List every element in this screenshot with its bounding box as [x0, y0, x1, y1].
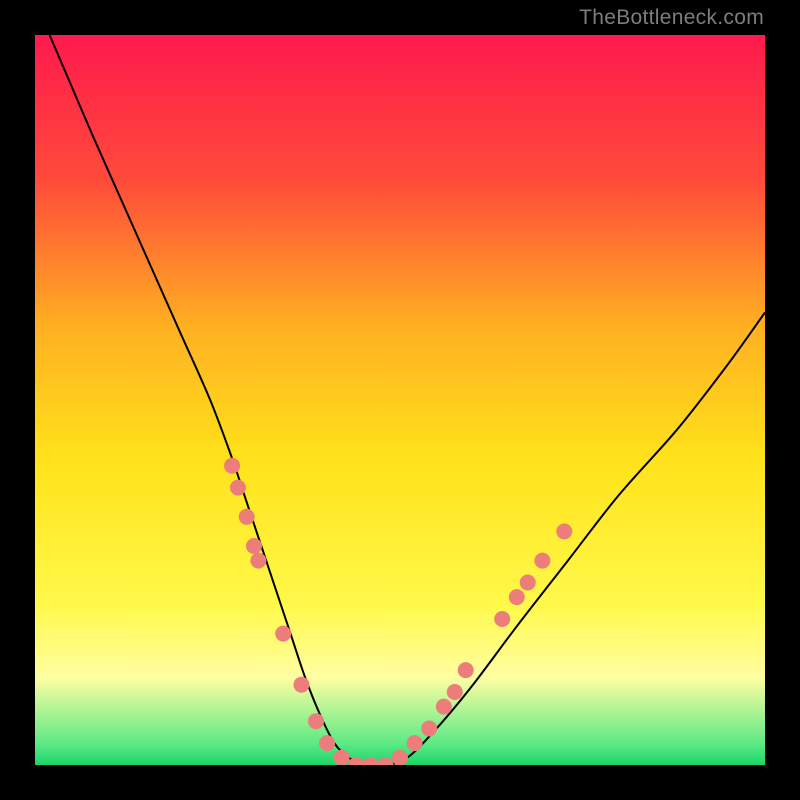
plot-area — [35, 35, 765, 765]
data-marker — [239, 509, 255, 525]
data-marker — [275, 626, 291, 642]
data-marker — [509, 589, 525, 605]
data-marker — [250, 553, 266, 569]
data-marker — [224, 458, 240, 474]
chart-frame: TheBottleneck.com — [0, 0, 800, 800]
data-marker — [436, 699, 452, 715]
data-marker — [421, 721, 437, 737]
data-marker — [334, 750, 350, 765]
watermark-text: TheBottleneck.com — [579, 6, 764, 30]
data-marker — [494, 611, 510, 627]
data-marker — [230, 480, 246, 496]
data-marker — [319, 735, 335, 751]
data-marker — [407, 735, 423, 751]
data-marker — [308, 713, 324, 729]
data-marker — [556, 523, 572, 539]
data-marker — [520, 575, 536, 591]
data-marker — [458, 662, 474, 678]
data-marker — [447, 684, 463, 700]
data-marker — [293, 677, 309, 693]
gradient-background — [35, 35, 765, 765]
data-marker — [246, 538, 262, 554]
data-marker — [392, 750, 408, 765]
plot-svg — [35, 35, 765, 765]
data-marker — [534, 553, 550, 569]
